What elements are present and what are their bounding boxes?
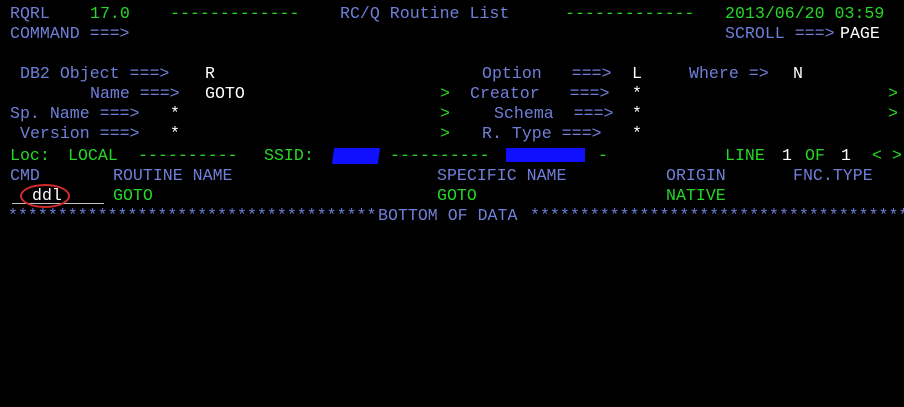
loc-label: Loc: (10, 146, 50, 165)
command-row: COMMAND ===> SCROLL ===> PAGE (10, 24, 880, 44)
creator-label: Creator ===> (470, 84, 610, 103)
name-row: Name ===> GOTO > Creator ===> * > (10, 84, 898, 104)
db2-object-input[interactable]: R (205, 64, 215, 84)
sp-name-input[interactable]: * (170, 104, 180, 124)
terminal-screen: RQRL 17.0 ------------- RC/Q Routine Lis… (0, 0, 904, 227)
sp-name-label: Sp. Name ===> (10, 104, 140, 123)
footer-text: BOTTOM OF DATA (378, 206, 518, 225)
version-label: Version ===> (20, 124, 140, 143)
db2-object-row: DB2 Object ===> R Option ===> L Where =>… (10, 64, 803, 84)
highlight-circle (20, 184, 70, 208)
creator-more-marker: > (888, 84, 898, 103)
status-dashes-2: ---------- (390, 146, 490, 165)
db2-object-label: DB2 Object ===> (20, 64, 170, 83)
command-label: COMMAND ===> (10, 24, 130, 43)
option-label: Option ===> (482, 64, 612, 83)
header-dashes-left: ------------- (170, 4, 300, 23)
r-type-input[interactable]: * (632, 124, 642, 144)
version-more-marker: > (440, 124, 450, 143)
version-input[interactable]: * (170, 124, 180, 144)
header-bar: RQRL 17.0 ------------- RC/Q Routine Lis… (10, 4, 884, 24)
schema-input[interactable]: * (632, 104, 642, 124)
col-header-fnc-type: FNC.TYPE (793, 166, 873, 185)
scroll-value[interactable]: PAGE (840, 24, 880, 44)
col-header-routine-name: ROUTINE NAME (113, 166, 233, 185)
scroll-label: SCROLL ===> (725, 24, 835, 43)
redaction-mark-ssid (331, 148, 381, 164)
r-type-label: R. Type ===> (482, 124, 602, 143)
creator-input[interactable]: * (632, 84, 642, 104)
name-more-marker: > (440, 84, 450, 103)
line-label: LINE (725, 146, 765, 165)
redaction-mark-location (506, 148, 585, 162)
screen-title: RC/Q Routine List (340, 4, 510, 23)
col-header-specific-name: SPECIFIC NAME (437, 166, 567, 185)
status-dash-3: - (598, 146, 608, 165)
row-routine-name: GOTO (113, 186, 153, 205)
loc-value: LOCAL (68, 146, 118, 165)
schema-more-marker: > (888, 104, 898, 123)
of-value: 1 (841, 146, 851, 165)
where-label: Where => (689, 64, 769, 83)
schema-label: Schema ===> (494, 104, 614, 123)
row-specific-name: GOTO (437, 186, 477, 205)
line-value: 1 (782, 146, 792, 165)
col-header-origin: ORIGIN (666, 166, 726, 185)
table-header-row: CMD ROUTINE NAME SPECIFIC NAME ORIGIN FN… (10, 166, 873, 186)
bottom-of-data-row: ************************************* BO… (8, 206, 904, 226)
ssid-label: SSID: (264, 146, 314, 165)
row-origin: NATIVE (666, 186, 726, 205)
sp-name-row: Sp. Name ===> * > Schema ===> * > (10, 104, 898, 124)
footer-stars-left: ************************************* (8, 206, 377, 225)
footer-stars-right: ****************************************… (530, 206, 904, 225)
name-label: Name ===> (90, 84, 180, 103)
app-version: 17.0 (90, 4, 130, 23)
where-input[interactable]: N (793, 64, 803, 84)
col-header-cmd: CMD (10, 166, 40, 185)
status-dashes-1: ---------- (138, 146, 238, 165)
header-datetime: 2013/06/20 03:59 (725, 4, 885, 23)
option-input[interactable]: L (632, 64, 642, 84)
sp-name-more-marker: > (440, 104, 450, 123)
status-row: Loc: LOCAL ---------- SSID: ---------- -… (10, 146, 902, 166)
name-input[interactable]: GOTO (205, 84, 245, 104)
version-row: Version ===> * > R. Type ===> * (10, 124, 642, 144)
app-id: RQRL (10, 4, 50, 23)
scroll-nav-arrows[interactable]: < > (872, 146, 902, 166)
of-label: OF (805, 146, 825, 165)
header-dashes-right: ------------- (565, 4, 695, 23)
